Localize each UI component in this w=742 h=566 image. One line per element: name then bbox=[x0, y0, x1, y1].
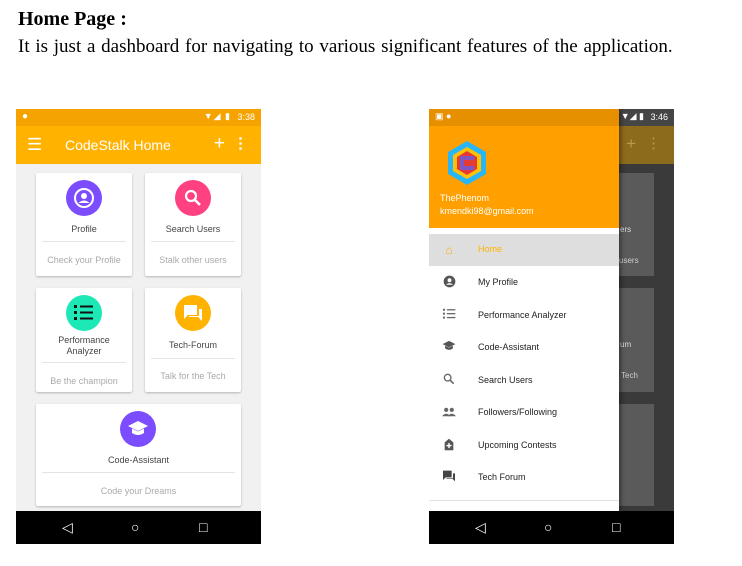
overflow-menu-icon: ⋮ bbox=[646, 135, 661, 152]
drawer-item-label: Code-Assistant bbox=[478, 342, 540, 352]
status-bar: ● ▼◢ ▮ 3:38 bbox=[16, 109, 261, 126]
school-icon bbox=[441, 340, 457, 356]
forum-icon bbox=[441, 470, 457, 486]
dimmed-card-subtitle: users bbox=[619, 256, 639, 265]
drawer-item-label: Upcoming Contests bbox=[478, 440, 557, 450]
dimmed-card-subtitle: Tech bbox=[621, 371, 638, 380]
card-title: Tech-Forum bbox=[168, 340, 217, 350]
drawer-item-label: Performance Analyzer bbox=[478, 310, 567, 320]
search-icon bbox=[175, 180, 211, 216]
screenshot-notification-icon: ▣ ● bbox=[435, 111, 452, 121]
drawer-item-label: Tech Forum bbox=[478, 472, 526, 482]
card-subtitle: Be the champion bbox=[50, 376, 118, 386]
people-icon bbox=[441, 405, 457, 421]
drawer-header: ▣ ● ThePhenom kmendki98@gmail.com bbox=[429, 109, 619, 228]
home-circle-icon[interactable]: ○ bbox=[544, 519, 552, 535]
search-icon bbox=[441, 373, 457, 389]
drawer-item-my-profile[interactable]: My Profile bbox=[429, 267, 619, 299]
card-subtitle: Talk for the Tech bbox=[160, 371, 226, 381]
status-time: 3:38 bbox=[237, 112, 255, 122]
divider bbox=[151, 241, 235, 242]
signal-battery-icon: ▼◢ ▮ bbox=[620, 111, 644, 121]
drawer-item-tech-forum[interactable]: Tech Forum bbox=[429, 462, 619, 494]
navigation-drawer: ▣ ● ThePhenom kmendki98@gmail.com ⌂ Home… bbox=[429, 109, 619, 511]
drawer-item-label: My Profile bbox=[478, 277, 519, 287]
recents-icon[interactable]: □ bbox=[612, 519, 620, 535]
card-tech-forum[interactable]: Tech-Forum Talk for the Tech bbox=[145, 288, 241, 392]
drawer-item-followers-following[interactable]: Followers/Following bbox=[429, 397, 619, 429]
card-search-users[interactable]: Search Users Stalk other users bbox=[145, 173, 241, 276]
user-email: kmendki98@gmail.com bbox=[440, 206, 534, 216]
account-circle-icon bbox=[441, 275, 457, 291]
divider bbox=[429, 500, 619, 501]
divider bbox=[42, 241, 126, 242]
drawer-status-bar: ▣ ● bbox=[429, 109, 619, 126]
drawer-item-label: Search Users bbox=[478, 375, 533, 385]
status-time: 3:46 bbox=[650, 112, 668, 122]
card-subtitle: Check your Profile bbox=[47, 255, 121, 265]
hamburger-menu-icon[interactable]: ☰ bbox=[27, 135, 42, 155]
app-logo-icon bbox=[448, 141, 486, 185]
drawer-item-code-assistant[interactable]: Code-Assistant bbox=[429, 332, 619, 364]
back-icon[interactable]: ◁ bbox=[475, 519, 486, 536]
drawer-item-performance-analyzer[interactable]: Performance Analyzer bbox=[429, 300, 619, 332]
card-subtitle: Stalk other users bbox=[159, 255, 227, 265]
drawer-item-label: Home bbox=[478, 244, 503, 254]
divider bbox=[151, 358, 235, 359]
divider bbox=[42, 362, 126, 363]
card-profile[interactable]: Profile Check your Profile bbox=[36, 173, 132, 276]
dimmed-card-title: ers bbox=[620, 225, 632, 234]
school-icon bbox=[120, 411, 156, 447]
drawer-item-label: Followers/Following bbox=[478, 407, 558, 417]
signal-battery-icon: ▼◢ ▮ bbox=[203, 111, 231, 121]
dimmed-card-title: um bbox=[620, 340, 632, 349]
app-title: CodeStalk Home bbox=[65, 137, 171, 153]
card-performance-analyzer[interactable]: Performance Analyzer Be the champion bbox=[36, 288, 132, 392]
section-paragraph: It is just a dashboard for navigating to… bbox=[18, 36, 673, 57]
list-numbered-icon bbox=[66, 295, 102, 331]
add-icon[interactable]: + bbox=[214, 133, 225, 155]
list-numbered-icon bbox=[441, 308, 457, 324]
user-name: ThePhenom bbox=[440, 193, 490, 203]
add-icon: + bbox=[626, 134, 636, 153]
navigation-drawer-screenshot: 3:46 ▼◢ ▮ + ⋮ ers users um Tech ▣ ● TheP… bbox=[429, 109, 674, 544]
home-icon: ⌂ bbox=[445, 243, 453, 257]
app-bar: ☰ CodeStalk Home + ⋮ bbox=[16, 126, 261, 164]
home-screen-screenshot: ● ▼◢ ▮ 3:38 ☰ CodeStalk Home + ⋮ Profile… bbox=[16, 109, 261, 544]
card-subtitle: Code your Dreams bbox=[100, 486, 177, 496]
android-nav-bar: ◁ ○ □ bbox=[16, 511, 261, 544]
divider bbox=[42, 472, 235, 473]
card-title: Profile bbox=[71, 224, 97, 234]
section-heading: Home Page : bbox=[18, 8, 127, 30]
android-nav-bar: ◁ ○ □ bbox=[429, 511, 674, 544]
card-title: Code-Assistant bbox=[107, 455, 170, 465]
drawer-item-upcoming-contests[interactable]: Upcoming Contests bbox=[429, 430, 619, 462]
forum-icon bbox=[175, 295, 211, 331]
card-title: Performance Analyzer bbox=[58, 335, 110, 356]
card-title: Search Users bbox=[165, 224, 221, 234]
drawer-item-home[interactable]: ⌂ Home bbox=[429, 234, 619, 266]
notification-icon: ● bbox=[22, 111, 29, 122]
card-code-assistant[interactable]: Code-Assistant Code your Dreams bbox=[36, 404, 241, 506]
hospital-plus-icon bbox=[441, 438, 457, 454]
back-icon[interactable]: ◁ bbox=[62, 519, 73, 536]
home-circle-icon[interactable]: ○ bbox=[131, 519, 139, 535]
recents-icon[interactable]: □ bbox=[199, 519, 207, 535]
overflow-menu-icon[interactable]: ⋮ bbox=[233, 134, 248, 152]
drawer-item-search-users[interactable]: Search Users bbox=[429, 365, 619, 397]
account-circle-icon bbox=[66, 180, 102, 216]
